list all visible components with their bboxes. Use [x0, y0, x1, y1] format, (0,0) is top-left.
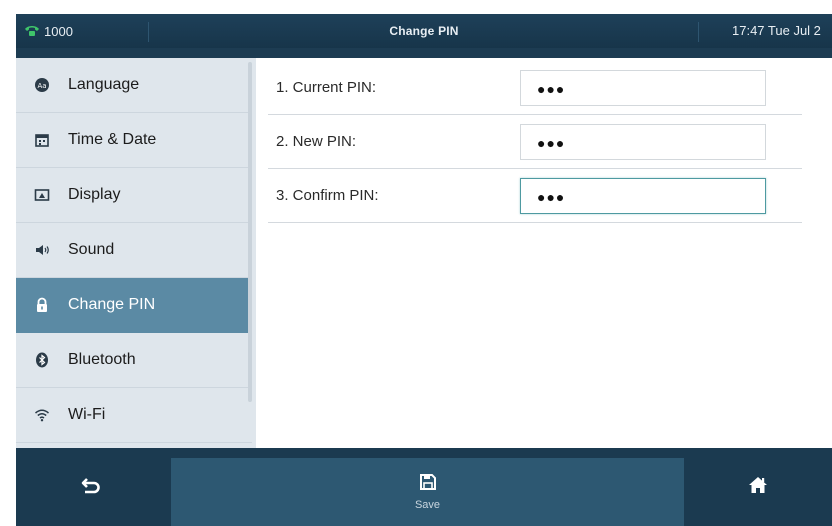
datetime: 17:47 Tue Jul 2 [732, 23, 821, 38]
confirm-pin-input[interactable]: ●●● [520, 178, 766, 214]
save-button[interactable]: Save [171, 458, 684, 526]
back-arrow-icon [80, 476, 102, 499]
confirm-pin-label: 3. Confirm PIN: [276, 187, 379, 204]
sidebar-item-wifi[interactable]: Wi-Fi [16, 388, 252, 443]
wifi-icon [34, 407, 50, 423]
page-title: Change PIN [389, 24, 459, 38]
save-label: Save [414, 499, 441, 511]
pin-form: 1. Current PIN: ●●● 2. New PIN: ●●● 3. C… [256, 58, 832, 448]
current-pin-label: 1. Current PIN: [276, 79, 377, 96]
new-pin-label: 2. New PIN: [276, 133, 357, 150]
sidebar-scrollbar[interactable] [248, 62, 252, 402]
sidebar-item-time-date[interactable]: Time & Date [16, 113, 252, 168]
softkey-bar: Save [16, 448, 832, 526]
svg-text:Aa: Aa [37, 82, 46, 90]
sidebar-item-label: Language [68, 76, 140, 93]
sidebar-item-label: Sound [68, 241, 115, 258]
current-pin-row: 1. Current PIN: ●●● [268, 61, 802, 115]
sidebar-item-language[interactable]: Aa Language [16, 58, 252, 113]
current-pin-input[interactable]: ●●● [520, 70, 766, 106]
sidebar-item-label: Bluetooth [68, 351, 136, 368]
calendar-icon [34, 132, 50, 148]
home-icon [748, 476, 768, 499]
settings-sidebar: Aa Language Time & Date Display Sound Ch… [16, 58, 256, 448]
home-button[interactable] [684, 448, 832, 526]
sidebar-item-bluetooth[interactable]: Bluetooth [16, 333, 252, 388]
new-pin-row: 2. New PIN: ●●● [268, 115, 802, 169]
sidebar-item-sound[interactable]: Sound [16, 223, 252, 278]
status-divider [698, 22, 699, 42]
speaker-icon [34, 242, 50, 258]
confirm-pin-row: 3. Confirm PIN: ●●● [268, 169, 802, 223]
sidebar-item-change-pin[interactable]: Change PIN [16, 278, 252, 333]
phone-screen: 1000 Change PIN 17:47 Tue Jul 2 Aa Langu… [16, 14, 832, 526]
main-area: Aa Language Time & Date Display Sound Ch… [16, 58, 832, 448]
sidebar-item-label: Time & Date [68, 131, 157, 148]
sidebar-item-label: Wi-Fi [68, 406, 106, 423]
language-icon: Aa [34, 77, 50, 93]
save-icon [419, 473, 437, 496]
status-bar: 1000 Change PIN 17:47 Tue Jul 2 [16, 14, 832, 48]
back-button[interactable] [16, 448, 166, 526]
lock-icon [34, 297, 50, 313]
bluetooth-icon [34, 352, 50, 368]
new-pin-input[interactable]: ●●● [520, 124, 766, 160]
display-icon [34, 187, 50, 203]
sidebar-item-label: Change PIN [68, 296, 156, 313]
sidebar-item-label: Display [68, 186, 121, 203]
sidebar-item-display[interactable]: Display [16, 168, 252, 223]
